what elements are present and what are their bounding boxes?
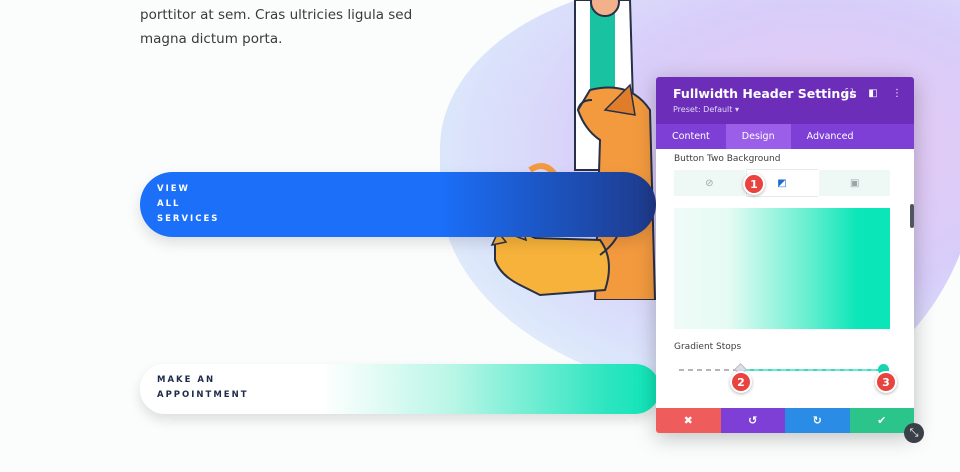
vet-illustration <box>490 0 657 300</box>
tab-advanced[interactable]: Advanced <box>791 124 870 149</box>
redo-button[interactable]: ↻ <box>785 408 850 433</box>
view-label-line-3: SERVICES <box>157 214 220 224</box>
image-icon[interactable]: ▣ <box>819 170 891 196</box>
redo-icon: ↻ <box>812 414 822 427</box>
appointment-label-line-1: MAKE AN <box>157 375 216 385</box>
fullscreen-icon[interactable]: ⛶ <box>844 88 854 99</box>
header-icons: ⛶ ◧ ⋮ <box>844 88 903 99</box>
make-appointment-button[interactable]: MAKE AN APPOINTMENT <box>140 364 660 414</box>
gradient-stops-track[interactable] <box>674 363 890 376</box>
step-marker-2: 2 <box>730 371 752 393</box>
resize-icon[interactable]: ⤡ <box>904 423 924 443</box>
appointment-label-line-2: APPOINTMENT <box>157 390 249 400</box>
close-icon: ✖ <box>683 414 693 427</box>
more-options-icon[interactable]: ⋮ <box>892 88 902 99</box>
stops-track-right <box>745 369 878 371</box>
paint-bucket-off-icon[interactable]: ⊘ <box>674 170 745 196</box>
stops-label: Gradient Stops <box>674 342 742 352</box>
undo-button[interactable]: ↺ <box>720 408 785 433</box>
panel-body: Button Two Background ⊘ ◩ ▣ Gradient Sto… <box>656 149 914 433</box>
split-view-icon[interactable]: ◧ <box>868 88 878 99</box>
stops-track-left <box>679 369 737 371</box>
step-marker-1: 1 <box>743 173 765 195</box>
background-type-selector: ⊘ ◩ ▣ <box>674 170 891 196</box>
panel-scrollbar[interactable] <box>910 204 914 228</box>
tab-design[interactable]: Design <box>725 124 791 149</box>
check-icon: ✔ <box>877 414 887 427</box>
view-label-line-1: VIEW <box>157 184 190 194</box>
view-all-services-button[interactable]: VIEW ALL SERVICES <box>140 172 656 237</box>
view-label-line-2: ALL <box>157 199 181 209</box>
gradient-preview[interactable] <box>674 208 890 329</box>
step-marker-3: 3 <box>875 371 897 393</box>
undo-icon: ↺ <box>748 414 758 427</box>
body-paragraph: porttitor at sem. Cras ultricies ligula … <box>140 7 413 47</box>
cancel-button[interactable]: ✖ <box>656 408 721 433</box>
tab-content[interactable]: Content <box>656 124 726 149</box>
section-label: Button Two Background <box>674 154 781 164</box>
panel-header[interactable]: Fullwidth Header Settings Preset: Defaul… <box>656 77 914 124</box>
panel-footer: ✖ ↺ ↻ ✔ <box>656 408 914 433</box>
tab-bar: Content Design Advanced <box>656 124 914 149</box>
preset-dropdown[interactable]: Preset: Default ▾ <box>673 105 914 114</box>
